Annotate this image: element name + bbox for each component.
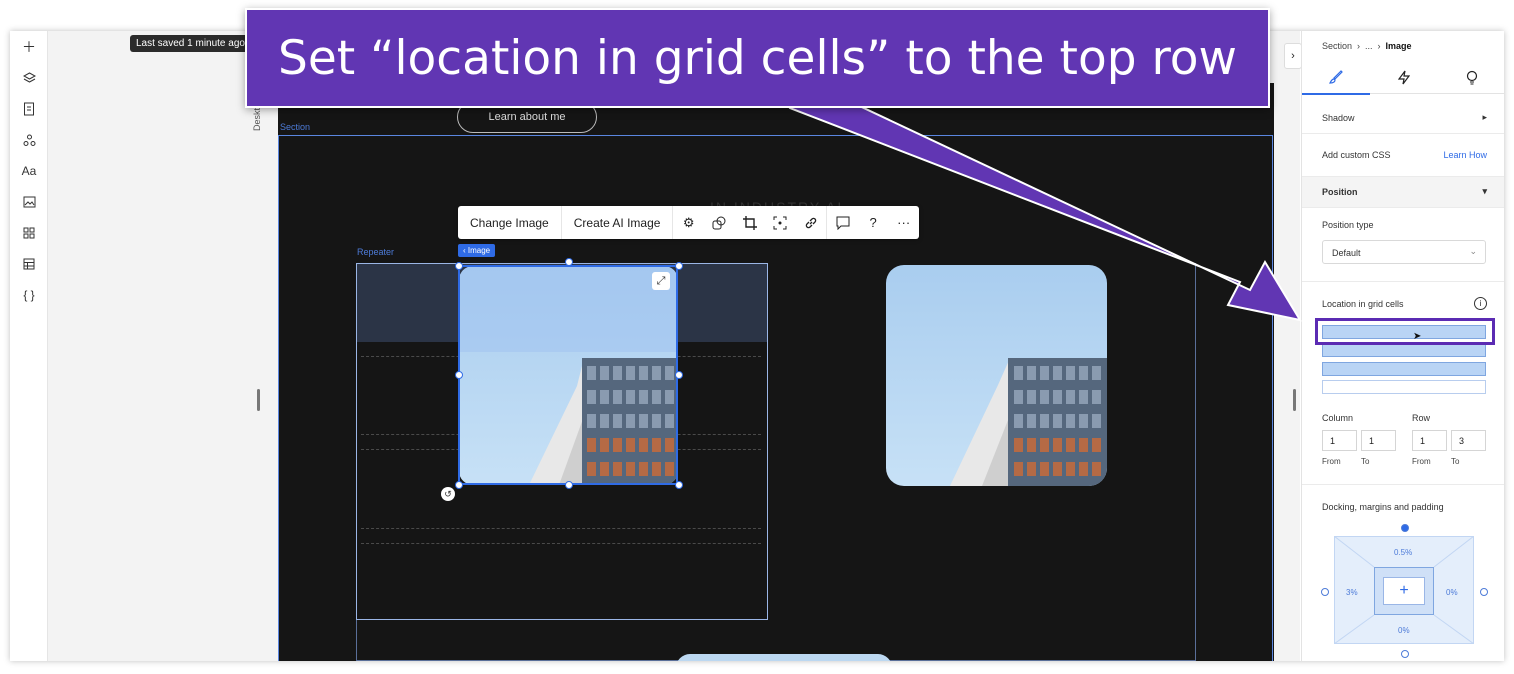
- mouse-cursor-icon: ➤: [1413, 331, 1422, 342]
- instruction-banner: Set “location in grid cells” to the top …: [245, 8, 1270, 108]
